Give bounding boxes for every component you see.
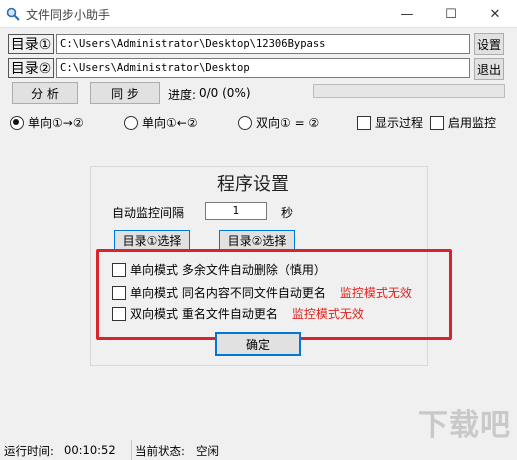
dir1-path-input[interactable]: C:\Users\Administrator\Desktop\12306Bypa… xyxy=(56,34,470,54)
progress-label: 进度: xyxy=(168,88,197,102)
mode-oneway-backward[interactable]: 单向①←② xyxy=(124,114,198,131)
radio-icon xyxy=(238,115,252,130)
status-divider xyxy=(131,440,132,460)
checkbox-icon xyxy=(357,115,371,130)
maximize-icon[interactable]: ☐ xyxy=(429,0,473,28)
dir2-label: 目录② xyxy=(8,58,54,78)
select-dir1-button[interactable]: 目录①选择 xyxy=(114,230,190,250)
runtime-label: 运行时间: xyxy=(4,444,54,458)
interval-unit: 秒 xyxy=(281,206,294,220)
interval-label: 自动监控间隔 xyxy=(112,206,185,220)
close-icon[interactable]: ✕ xyxy=(473,0,517,28)
enable-monitor-checkbox[interactable]: 启用监控 xyxy=(430,114,496,131)
state-label: 当前状态: xyxy=(135,444,185,458)
dir2-path-input[interactable]: C:\Users\Administrator\Desktop xyxy=(56,58,470,78)
confirm-button[interactable]: 确定 xyxy=(215,332,301,356)
select-dir2-button[interactable]: 目录②选择 xyxy=(219,230,295,250)
title-bar: 文件同步小助手 — ☐ ✕ xyxy=(0,0,517,28)
window-title: 文件同步小助手 xyxy=(26,8,111,22)
settings-title: 程序设置 xyxy=(217,174,289,195)
checkbox-icon xyxy=(430,115,444,130)
runtime-value: 00:10:52 xyxy=(64,443,116,457)
settings-button[interactable]: 设置 xyxy=(474,33,504,55)
status-bar: 运行时间: 00:10:52 当前状态: 空闲 xyxy=(0,440,517,460)
highlight-frame xyxy=(96,249,452,340)
state-value: 空闲 xyxy=(196,444,219,458)
mode-oneway-forward[interactable]: 单向①→② xyxy=(10,114,84,131)
mode-twoway[interactable]: 双向① = ② xyxy=(238,114,319,131)
analyze-button[interactable]: 分 析 xyxy=(12,82,78,104)
dir1-label: 目录① xyxy=(8,34,54,54)
sync-button[interactable]: 同 步 xyxy=(90,82,160,104)
minimize-icon[interactable]: — xyxy=(385,0,429,28)
exit-button[interactable]: 退出 xyxy=(474,58,504,80)
progress-text: 0/0 (0%) xyxy=(199,86,251,100)
radio-icon xyxy=(10,115,24,130)
progress-bar xyxy=(313,84,505,98)
interval-input[interactable]: 1 xyxy=(205,202,267,220)
magnifier-app-icon xyxy=(6,7,20,21)
watermark-logo: 下载吧 xyxy=(418,408,511,443)
radio-icon xyxy=(124,115,138,130)
show-process-checkbox[interactable]: 显示过程 xyxy=(357,114,423,131)
